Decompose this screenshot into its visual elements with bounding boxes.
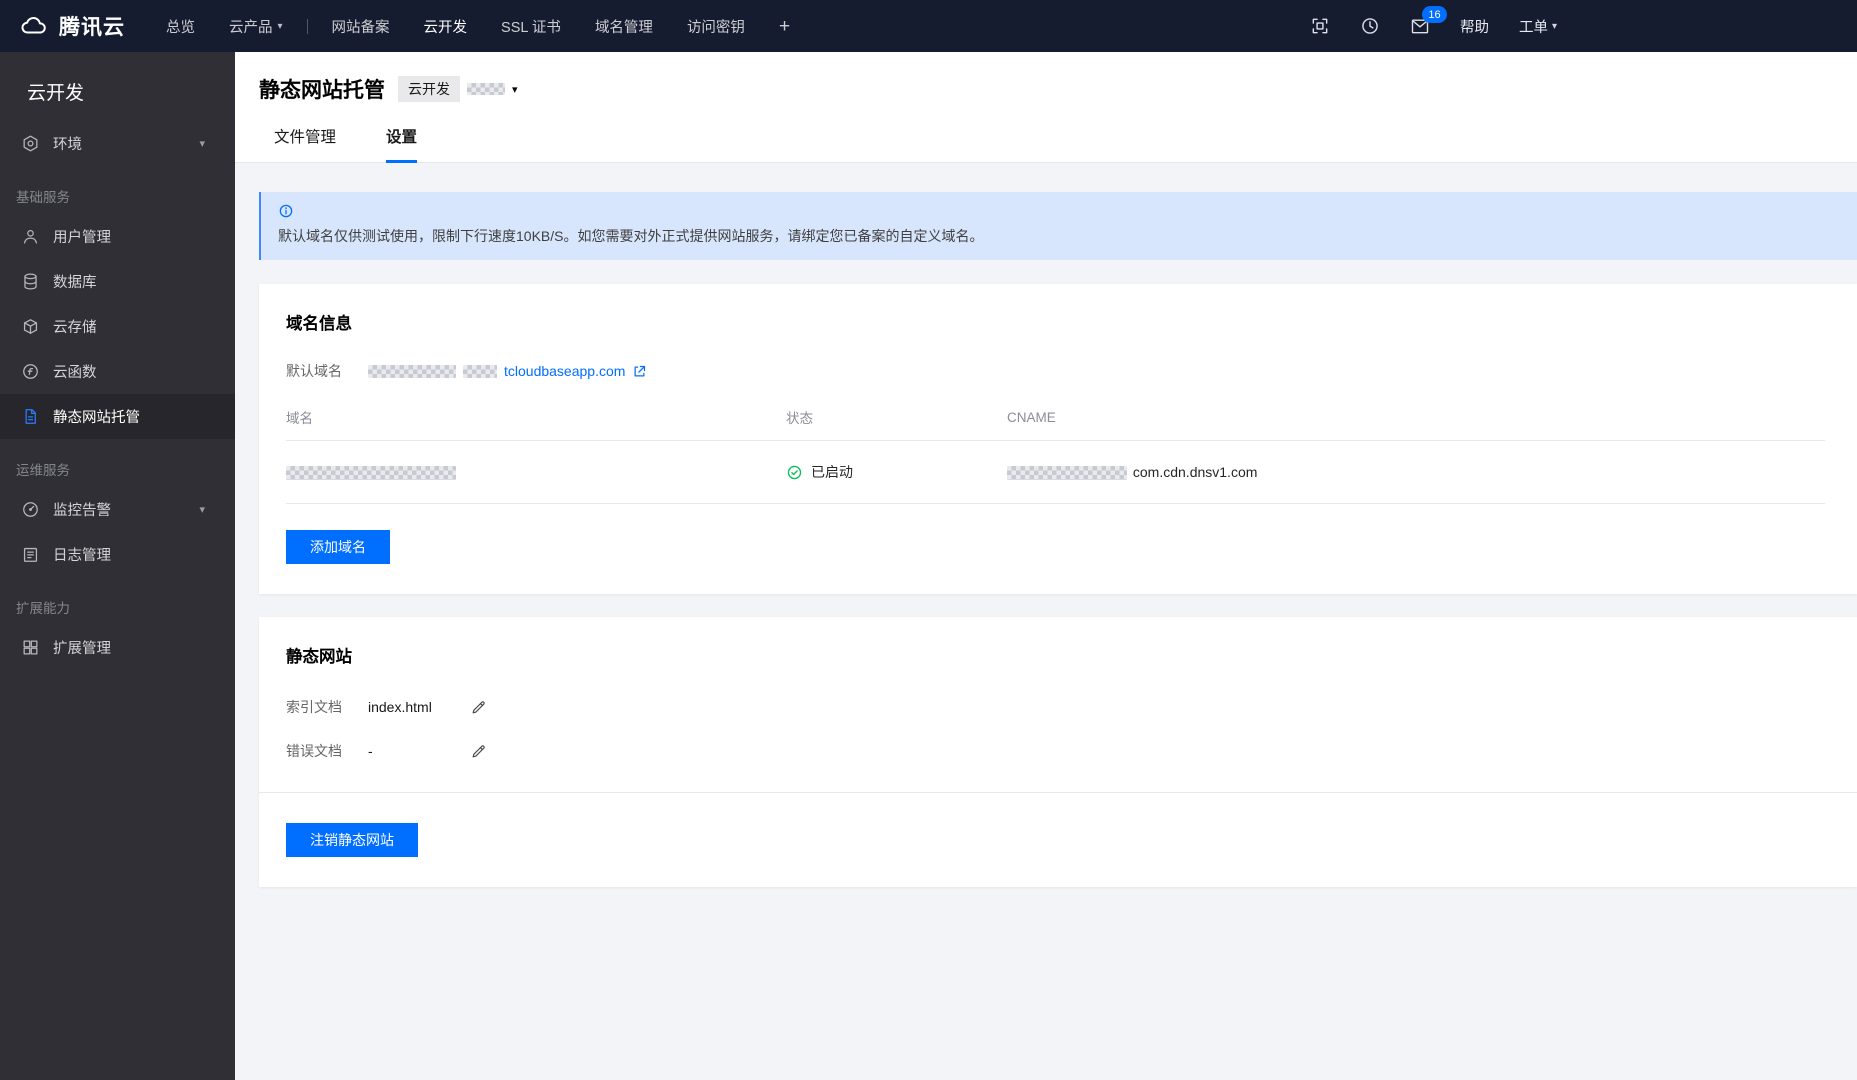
card-footer: 注销静态网站 xyxy=(259,792,1857,857)
redacted-domain-prefix xyxy=(368,364,456,378)
cell-domain xyxy=(286,440,786,504)
default-domain-label: 默认域名 xyxy=(286,363,342,379)
sidebar-item-cloud-functions[interactable]: 云函数 xyxy=(0,349,235,394)
tencent-cloud-logo-icon xyxy=(21,17,46,34)
col-header-cname: CNAME xyxy=(1007,407,1825,441)
edit-index-doc-pencil-icon[interactable] xyxy=(470,699,487,716)
cell-status: 已启动 xyxy=(786,440,1007,504)
gauge-icon xyxy=(23,502,38,517)
chevron-down-icon: ▾ xyxy=(277,20,283,32)
settings-content: 默认域名仅供测试使用，限制下行速度10KB/S。如您需要对外正式提供网站服务，请… xyxy=(235,163,1857,1080)
info-icon xyxy=(279,204,293,218)
external-link-icon xyxy=(634,365,646,376)
env-selector[interactable]: 云开发 ▾ xyxy=(398,76,518,102)
sidebar-item-monitoring[interactable]: 监控告警 ▾ xyxy=(0,487,235,532)
status-badge: 已启动 xyxy=(811,464,853,480)
scan-icon[interactable] xyxy=(1310,16,1330,36)
ticket-menu[interactable]: 工单 ▾ xyxy=(1519,16,1557,37)
tab-file-management[interactable]: 文件管理 xyxy=(274,125,336,163)
card-title-static-website: 静态网站 xyxy=(286,648,352,666)
redacted-cname-prefix xyxy=(1007,466,1127,481)
cname-suffix: com.cdn.dnsv1.com xyxy=(1132,463,1258,480)
storage-icon xyxy=(23,319,38,334)
index-doc-value: index.html xyxy=(368,699,432,715)
chevron-down-icon: ▾ xyxy=(199,504,205,516)
sidebar-item-static-hosting[interactable]: 静态网站托管 xyxy=(0,394,235,439)
check-circle-icon xyxy=(787,465,802,479)
custom-domain-table: 域名 状态 CNAME 已启动 com.cdn.dnsv1.com xyxy=(286,407,1825,504)
table-header-row: 域名 状态 CNAME xyxy=(286,407,1825,441)
sidebar-item-database[interactable]: 数据库 xyxy=(0,259,235,304)
sidebar-section-basic: 基础服务 xyxy=(16,190,70,205)
cell-cname: com.cdn.dnsv1.com xyxy=(1007,440,1825,504)
nav-icp-filing[interactable]: 网站备案 xyxy=(315,0,407,52)
sidebar-section-ops: 运维服务 xyxy=(16,463,70,478)
error-doc-value: - xyxy=(368,743,373,759)
table-row: 已启动 com.cdn.dnsv1.com xyxy=(286,440,1825,504)
banner-message: 默认域名仅供测试使用，限制下行速度10KB/S。如您需要对外正式提供网站服务，请… xyxy=(278,228,984,244)
env-tag: 云开发 xyxy=(398,76,460,102)
clock-icon[interactable] xyxy=(1360,16,1380,36)
nav-add-shortcut-button[interactable]: + xyxy=(762,0,807,52)
nav-cloudbase[interactable]: 云开发 xyxy=(407,0,485,52)
sidebar-item-environment[interactable]: 环境 ▾ xyxy=(0,121,235,166)
static-website-card: 静态网站 索引文档 index.html 错误文档 - 注销静态网站 xyxy=(259,617,1857,887)
database-icon xyxy=(24,273,37,290)
brand-name: 腾讯云 xyxy=(59,16,125,39)
default-domain-link[interactable]: tcloudbaseapp.com xyxy=(368,363,647,379)
messages-button[interactable]: 16 xyxy=(1410,6,1447,36)
tab-settings[interactable]: 设置 xyxy=(386,125,418,163)
main-content: 静态网站托管 云开发 ▾ 文件管理 设置 默认域名仅供测试使用，限制下行速度10… xyxy=(235,52,1857,1080)
message-count-badge: 16 xyxy=(1421,6,1447,23)
col-header-status: 状态 xyxy=(786,407,1007,441)
info-banner: 默认域名仅供测试使用，限制下行速度10KB/S。如您需要对外正式提供网站服务，请… xyxy=(259,192,1857,260)
deregister-static-website-button[interactable]: 注销静态网站 xyxy=(286,823,418,857)
sidebar-item-extension-management[interactable]: 扩展管理 xyxy=(0,625,235,670)
nav-domain-management[interactable]: 域名管理 xyxy=(578,0,670,52)
sidebar-item-log-management[interactable]: 日志管理 xyxy=(0,532,235,577)
brand[interactable]: 腾讯云 xyxy=(16,11,125,41)
card-title-domain-info: 域名信息 xyxy=(286,315,352,333)
function-icon xyxy=(23,364,38,379)
nav-ssl-cert[interactable]: SSL 证书 xyxy=(484,0,578,52)
nav-divider xyxy=(306,18,308,34)
redacted-domain-mid xyxy=(463,364,497,378)
col-header-domain: 域名 xyxy=(286,407,786,441)
sidebar-section-extensions: 扩展能力 xyxy=(16,601,70,616)
top-nav: 总览 云产品 ▾ 网站备案 云开发 SSL 证书 域名管理 访问密钥 + xyxy=(149,0,807,52)
chevron-down-icon: ▾ xyxy=(512,83,518,96)
page-title: 静态网站托管 xyxy=(259,79,385,102)
document-icon xyxy=(25,409,36,424)
chevron-down-icon: ▾ xyxy=(199,138,205,150)
index-doc-label: 索引文档 xyxy=(286,699,342,715)
redacted-custom-domain xyxy=(286,466,456,481)
default-domain-suffix: tcloudbaseapp.com xyxy=(504,363,626,379)
add-domain-button[interactable]: 添加域名 xyxy=(286,530,390,564)
chevron-down-icon: ▾ xyxy=(1551,20,1557,32)
nav-access-key[interactable]: 访问密钥 xyxy=(670,0,762,52)
page-header: 静态网站托管 云开发 ▾ 文件管理 设置 xyxy=(235,52,1857,163)
error-doc-label: 错误文档 xyxy=(286,743,342,759)
topbar: 腾讯云 总览 云产品 ▾ 网站备案 云开发 SSL 证书 域名管理 访问密钥 + … xyxy=(0,0,1857,52)
sidebar-title: 云开发 xyxy=(27,83,85,104)
nav-overview[interactable]: 总览 xyxy=(149,0,212,52)
domain-info-card: 域名信息 默认域名 tcloudbaseapp.com 域名 状态 CNAME … xyxy=(259,284,1857,594)
environment-icon xyxy=(23,135,38,152)
sidebar-item-cloud-storage[interactable]: 云存储 xyxy=(0,304,235,349)
user-icon xyxy=(23,230,38,244)
redacted-env-name xyxy=(467,83,505,95)
log-icon xyxy=(23,547,38,562)
sidebar-item-user-management[interactable]: 用户管理 xyxy=(0,214,235,259)
nav-cloud-products[interactable]: 云产品 ▾ xyxy=(212,0,300,52)
topbar-right: 16 帮助 工单 ▾ xyxy=(1310,0,1557,52)
sidebar: 云开发 环境 ▾ 基础服务 用户管理 数据库 云存储 云函数 静态网站托管 运维… xyxy=(0,52,235,1080)
edit-error-doc-pencil-icon[interactable] xyxy=(470,743,487,760)
help-link[interactable]: 帮助 xyxy=(1460,16,1489,37)
grid-icon xyxy=(23,640,38,655)
tab-bar: 文件管理 设置 xyxy=(235,104,1857,163)
